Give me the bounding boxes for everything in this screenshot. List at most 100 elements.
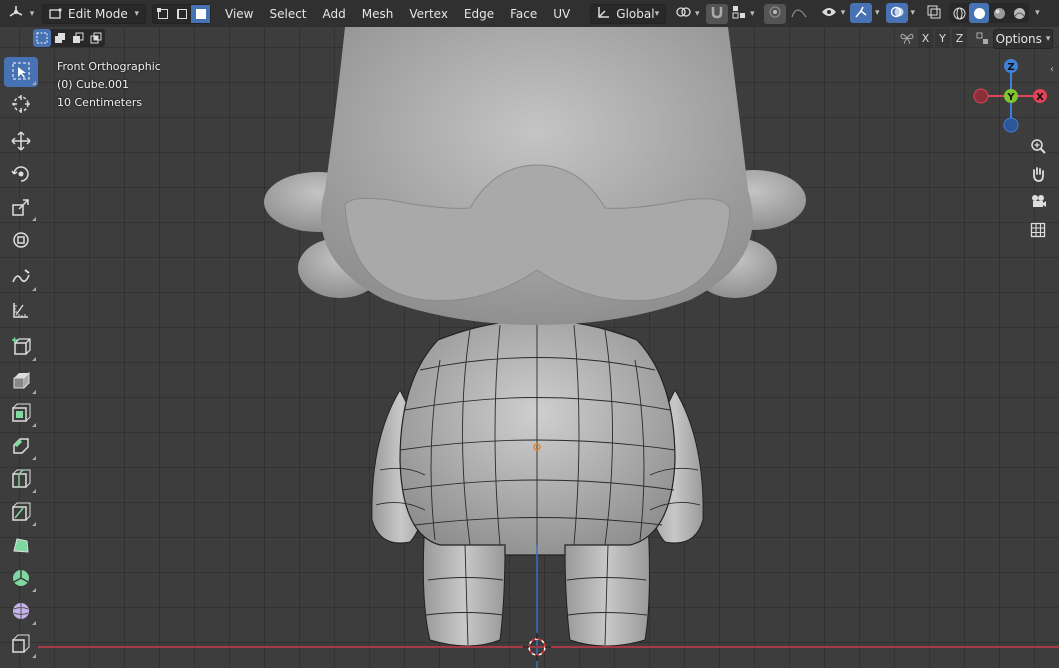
falloff-curve-icon [791,6,807,21]
scale-tool[interactable] [4,193,38,223]
bevel-tool[interactable] [4,432,38,462]
orientation-icon [597,5,611,22]
pivot-icon [675,5,691,22]
menu-edge[interactable]: Edge [456,4,502,24]
solid-shading-icon[interactable] [969,3,990,23]
shear-tool[interactable] [4,630,38,660]
select-extend-icon[interactable] [51,29,69,47]
move-tool[interactable] [4,127,38,157]
torso [399,319,676,556]
annotate-tool[interactable] [4,263,38,293]
poly-build-tool[interactable] [4,531,38,561]
tool-variants-indicator [32,81,36,85]
navigation-buttons [1024,133,1052,245]
rendered-shading-icon[interactable] [1009,3,1029,23]
chevron-down-icon: ▾ [134,8,139,19]
knife-tool[interactable] [4,498,38,528]
topology-icon[interactable] [973,32,991,45]
grid-ortho-icon [1030,222,1046,241]
zoom-button[interactable] [1024,133,1052,161]
snap-toggle[interactable] [706,3,729,24]
cursor-tool[interactable] [4,90,38,120]
mirror-z-button[interactable]: Z [952,29,967,47]
butterfly-icon [898,31,916,45]
spin-icon [11,568,31,591]
xray-toggle[interactable] [923,3,945,23]
shading-group [949,3,1030,23]
chevron-down-icon[interactable]: ▾ [1035,8,1040,18]
eye-icon [821,6,837,21]
sidebar-expand-icon[interactable]: ‹ [1050,64,1054,75]
select-new-icon[interactable] [33,29,51,47]
add-cube-tool[interactable] [4,333,38,363]
inset-tool[interactable] [4,399,38,429]
material-shading-icon[interactable] [989,3,1009,23]
loop-cut-tool[interactable] [4,465,38,495]
mirror-y-button[interactable]: Y [935,29,950,47]
editor-type-button[interactable]: ▾ [4,4,38,24]
edge-select-icon[interactable] [172,5,191,23]
chevron-down-icon: ▾ [750,8,755,19]
rotate-icon [11,164,31,187]
select-intersect-icon[interactable] [87,29,105,47]
loop-cut-icon [11,468,31,492]
gizmo-x-label: X [1036,92,1044,103]
navigation-gizmo[interactable]: Z X Y [968,54,1054,140]
grid-scale: 10 Centimeters [57,96,143,109]
mode-dropdown[interactable]: Edit Mode ▾ [42,3,146,24]
menu-vertex[interactable]: Vertex [401,4,456,24]
viewport-info-overlay: Front Orthographic (0) Cube.001 10 Centi… [57,58,161,112]
spin-tool[interactable] [4,564,38,594]
tool-variants-indicator [32,390,36,394]
chevron-down-icon[interactable]: ▾ [911,8,916,18]
orientation-label: Global [616,6,655,21]
add-cube-icon [11,337,31,360]
3d-cursor[interactable] [523,633,551,661]
gizmo-neg-z[interactable] [1003,117,1019,133]
gizmo-toggle[interactable] [850,3,872,23]
select-mode-group [152,3,211,24]
menu-mesh[interactable]: Mesh [354,4,402,24]
gizmo-y-label: Y [1006,92,1015,103]
extrude-tool[interactable] [4,366,38,396]
camera-view-button[interactable] [1024,189,1052,217]
face-select-icon[interactable] [191,4,210,23]
snap-target-button[interactable]: ▾ [728,4,758,24]
bevel-icon [11,436,31,459]
smooth-icon [11,601,31,624]
ortho-toggle-button[interactable] [1024,217,1052,245]
menu-add[interactable]: Add [315,4,354,24]
select-box-tool[interactable] [4,57,38,87]
chevron-down-icon[interactable]: ▾ [875,8,880,18]
viewport-header: ▾ Edit Mode ▾ View Select Add Mesh Verte… [0,0,1059,27]
menu-face[interactable]: Face [502,4,545,24]
measure-tool[interactable] [4,296,38,326]
chevron-down-icon: ▾ [1045,34,1051,44]
tool-variants-indicator [32,588,36,592]
orientation-dropdown[interactable]: Global ▾ [590,3,667,24]
overlay-toggle[interactable] [885,3,908,23]
magnet-icon [710,5,724,22]
transform-tool[interactable] [4,226,38,256]
falloff-button[interactable] [786,4,812,24]
visibility-button[interactable]: ▾ [818,3,848,23]
rotate-tool[interactable] [4,160,38,190]
menu-view[interactable]: View [217,4,261,24]
gizmo-z-label: Z [1007,62,1014,73]
tool-variants-indicator [32,621,36,625]
options-dropdown[interactable]: Options ▾ [993,29,1053,49]
gizmo-neg-x[interactable] [973,88,989,104]
pan-button[interactable] [1024,161,1052,189]
smooth-tool[interactable] [4,597,38,627]
pivot-button[interactable]: ▾ [672,4,702,24]
vertex-select-icon[interactable] [153,5,172,23]
menu-select[interactable]: Select [261,4,314,24]
select-subtract-icon[interactable] [69,29,87,47]
proportional-toggle[interactable] [764,3,787,24]
chevron-down-icon: ▾ [654,8,660,19]
wireframe-shading-icon[interactable] [949,3,969,23]
mode-label: Edit Mode [68,6,128,21]
select-box-icon [12,62,30,83]
menu-uv[interactable]: UV [545,4,578,24]
mirror-x-button[interactable]: X [918,29,933,47]
